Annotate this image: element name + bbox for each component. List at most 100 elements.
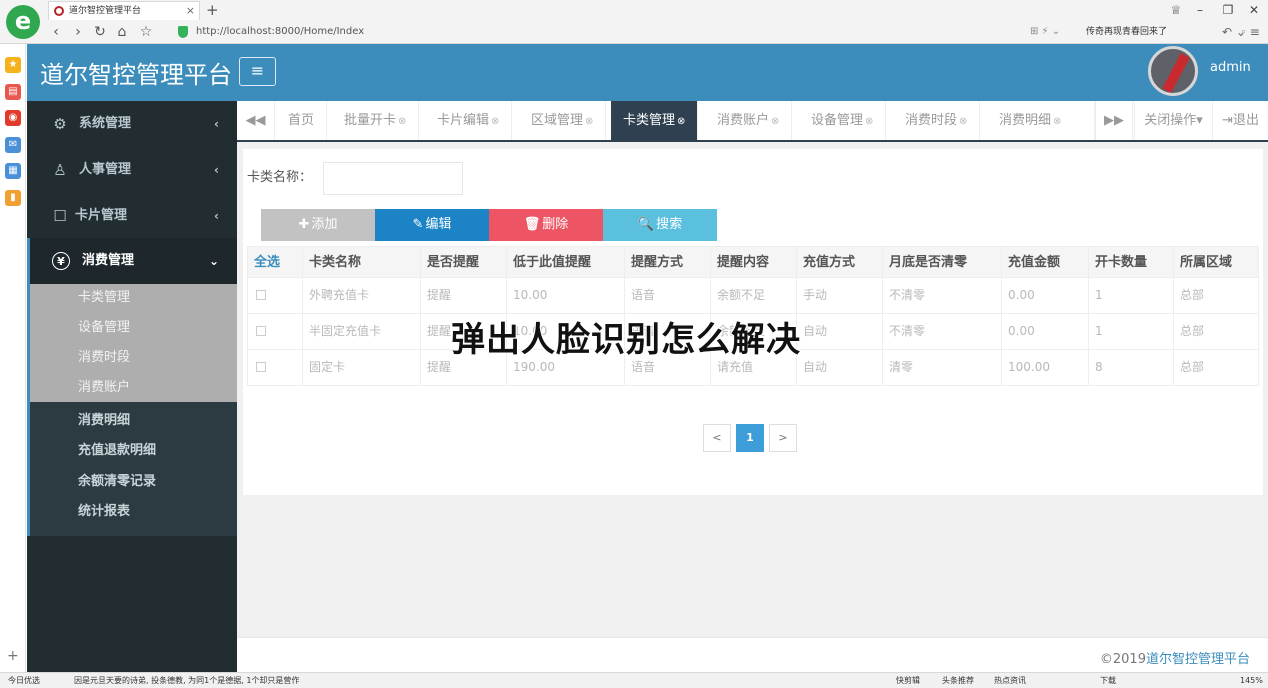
sidebar-item-label: 卡片管理 xyxy=(75,208,128,223)
status-today-picks[interactable]: 今日优选 xyxy=(8,673,40,688)
submenu-item-details[interactable]: 消费明细 xyxy=(78,413,130,429)
browser-tab[interactable]: 道尔智控管理平台 × xyxy=(48,1,200,20)
submenu-item-card-types[interactable]: 卡类管理 xyxy=(78,290,130,306)
forward-button[interactable]: › xyxy=(68,22,88,42)
column-header[interactable]: 卡类名称 xyxy=(302,247,420,278)
undo-menu-icons[interactable]: ↶ ⌄ ≡ xyxy=(1222,23,1260,41)
book-icon[interactable]: ▮ xyxy=(5,190,21,206)
avatar[interactable] xyxy=(1148,46,1198,96)
menu-toggle-button[interactable]: ≡ xyxy=(239,57,276,86)
search-button[interactable]: 🔍 搜索 xyxy=(603,209,717,241)
row-checkbox[interactable] xyxy=(256,290,266,300)
back-button[interactable]: ‹ xyxy=(46,22,66,42)
add-plugin-icon[interactable]: + xyxy=(7,648,19,664)
plus-icon: ✚ xyxy=(298,217,310,232)
tab-close-icon[interactable]: ⊗ xyxy=(1053,116,1061,127)
tab-close-icon[interactable]: ⊗ xyxy=(865,116,873,127)
column-header[interactable]: 提醒方式 xyxy=(624,247,710,278)
pagination-page-1[interactable]: 1 xyxy=(736,424,764,452)
column-header[interactable]: 充值金额 xyxy=(1001,247,1088,278)
address-tools-icons[interactable]: ⊞ ⚡ ⌄ xyxy=(1030,23,1060,41)
sidebar-item-consumption[interactable]: ¥ 消费管理 ⌄ xyxy=(27,238,237,284)
delete-button[interactable]: 🗑 删除 xyxy=(489,209,603,241)
tab-label: 批量开卡 xyxy=(344,113,397,128)
skin-icon[interactable]: ♕ xyxy=(1164,1,1188,19)
status-download[interactable]: 下载 xyxy=(1100,673,1116,688)
submenu-item-refunds[interactable]: 充值退款明细 xyxy=(78,443,156,459)
tab-scroll-left-button[interactable]: ◀◀ xyxy=(237,101,275,140)
card-type-name-input[interactable] xyxy=(323,162,463,195)
document-icon[interactable]: ▦ xyxy=(5,163,21,179)
close-operations-dropdown[interactable]: 关闭操作▾ xyxy=(1134,101,1212,140)
maximize-button[interactable]: ❐ xyxy=(1216,1,1240,19)
mail-icon[interactable]: ✉ xyxy=(5,137,21,153)
column-header[interactable]: 所属区域 xyxy=(1173,247,1260,278)
row-checkbox[interactable] xyxy=(256,326,266,336)
column-header[interactable]: 是否提醒 xyxy=(420,247,506,278)
status-zoom[interactable]: 145% xyxy=(1240,673,1263,688)
search-icon: 🔍 xyxy=(637,217,655,232)
sidebar-item-cards[interactable]: ☐ 卡片管理 ‹ xyxy=(27,193,237,239)
minimize-button[interactable]: – xyxy=(1188,1,1212,19)
status-quick-edit[interactable]: 快剪辑 xyxy=(896,673,920,688)
tab-devices[interactable]: 设备管理 ⊗ xyxy=(799,101,887,140)
submenu-item-reports[interactable]: 统计报表 xyxy=(78,504,130,520)
reload-button[interactable]: ↻ xyxy=(90,22,110,42)
tab-batch-open[interactable]: 批量开卡 ⊗ xyxy=(332,101,420,140)
address-bar[interactable]: http://localhost:8000/Home/Index xyxy=(174,23,1094,41)
submenu-item-periods[interactable]: 消费时段 xyxy=(78,350,130,366)
sidebar-item-label: 消费管理 xyxy=(82,253,135,268)
edit-button[interactable]: ✎ 编辑 xyxy=(375,209,489,241)
select-all-header[interactable]: 全选 xyxy=(248,247,302,278)
home-button[interactable]: ⌂ xyxy=(112,22,132,42)
footer-copyright: ©2019道尔智控管理平台 xyxy=(1100,648,1250,667)
tab-area[interactable]: 区域管理 ⊗ xyxy=(519,101,607,140)
sidebar-item-personnel[interactable]: ♙ 人事管理 ‹ xyxy=(27,147,237,193)
submenu-item-devices[interactable]: 设备管理 xyxy=(78,320,130,336)
column-header[interactable]: 开卡数量 xyxy=(1088,247,1173,278)
tab-card-edit[interactable]: 卡片编辑 ⊗ xyxy=(425,101,513,140)
user-name[interactable]: admin xyxy=(1210,60,1251,75)
favorites-star-icon[interactable]: ★ xyxy=(5,57,21,73)
tab-home[interactable]: 首页 xyxy=(276,101,328,140)
sidebar-item-system[interactable]: ⚙ 系统管理 ‹ xyxy=(27,101,237,147)
tab-details[interactable]: 消费明细 ⊗ xyxy=(987,101,1095,140)
close-window-button[interactable]: ✕ xyxy=(1242,1,1266,19)
tab-close-icon[interactable]: ⊗ xyxy=(771,116,779,127)
column-header[interactable]: 月底是否清零 xyxy=(882,247,1001,278)
submenu-item-accounts[interactable]: 消费账户 xyxy=(78,380,130,396)
browser-logo-icon[interactable]: e xyxy=(6,5,40,39)
tab-close-icon[interactable]: ⊗ xyxy=(491,116,499,127)
submenu-item-balance-reset[interactable]: 余额清零记录 xyxy=(78,474,156,490)
favorite-button[interactable]: ☆ xyxy=(136,22,156,42)
table-row[interactable]: 外聘充值卡 提醒 10.00 语音 余额不足 手动 不清零 0.00 1 总部 xyxy=(247,278,1259,314)
row-checkbox[interactable] xyxy=(256,362,266,372)
column-header[interactable]: 提醒内容 xyxy=(710,247,796,278)
notes-icon[interactable]: ▤ xyxy=(5,84,21,100)
table-cell: 清零 xyxy=(882,350,1001,385)
tab-close-icon[interactable]: ⊗ xyxy=(398,116,406,127)
add-button[interactable]: ✚ 添加 xyxy=(261,209,375,241)
column-header[interactable]: 充值方式 xyxy=(796,247,882,278)
status-hot-news[interactable]: 热点资讯 xyxy=(994,673,1026,688)
consumption-submenu: 卡类管理 设备管理 消费时段 消费账户 xyxy=(27,284,237,402)
tab-accounts[interactable]: 消费账户 ⊗ xyxy=(705,101,793,140)
tab-periods[interactable]: 消费时段 ⊗ xyxy=(893,101,981,140)
table-header: 全选 卡类名称 是否提醒 低于此值提醒 提醒方式 提醒内容 充值方式 月底是否清… xyxy=(247,246,1259,278)
pagination-prev-button[interactable]: < xyxy=(703,424,731,452)
column-header[interactable]: 低于此值提醒 xyxy=(506,247,624,278)
table-cell: 提醒 xyxy=(420,278,506,313)
tab-close-icon[interactable]: ⊗ xyxy=(585,116,593,127)
weibo-icon[interactable]: ◉ xyxy=(5,110,21,126)
tab-close-icon[interactable]: ⊗ xyxy=(959,116,967,127)
status-news-ticker[interactable]: 因是元旦天要的诗弟, 投条德教, 为同1个是德据, 1个却只是营作 xyxy=(74,673,314,688)
pagination-next-button[interactable]: > xyxy=(769,424,797,452)
new-tab-button[interactable]: + xyxy=(206,0,219,20)
status-headline[interactable]: 头条推荐 xyxy=(942,673,974,688)
tab-scroll-right-button[interactable]: ▶▶ xyxy=(1095,101,1133,140)
tab-close-icon[interactable]: ⊗ xyxy=(677,116,685,127)
logout-button[interactable]: ⇥退出 xyxy=(1212,101,1268,140)
footer-brand-link[interactable]: 道尔智控管理平台 xyxy=(1146,652,1250,667)
browser-tab-close-icon[interactable]: × xyxy=(186,2,195,20)
tab-card-types[interactable]: 卡类管理 ⊗ xyxy=(611,101,699,140)
